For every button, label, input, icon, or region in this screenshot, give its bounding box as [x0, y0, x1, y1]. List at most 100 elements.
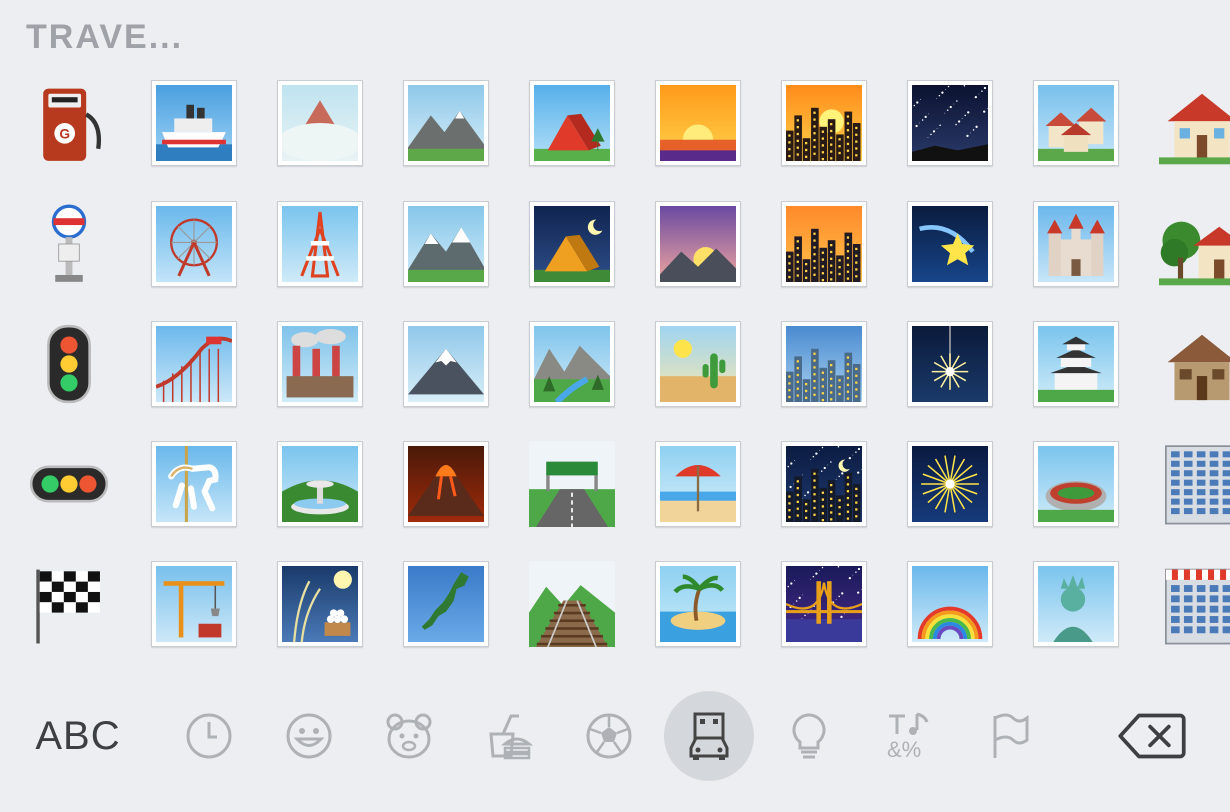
- emoji-tokyo-tower[interactable]: [277, 201, 363, 287]
- emoji-ship[interactable]: [151, 80, 237, 166]
- house-garden-icon: [1159, 221, 1230, 286]
- railway-track-icon: [529, 561, 615, 647]
- emoji-desert[interactable]: [655, 321, 741, 407]
- emoji-milky-way[interactable]: [907, 80, 993, 166]
- emoji-fireworks[interactable]: [907, 441, 993, 527]
- emoji-motorway[interactable]: [524, 441, 620, 527]
- category-food[interactable]: [477, 690, 541, 782]
- car-building-icon: [689, 712, 729, 760]
- clock-icon: [186, 713, 232, 759]
- emoji-vertical-traffic-light[interactable]: [26, 321, 112, 407]
- emoji-castle[interactable]: [1033, 201, 1119, 287]
- emoji-shooting-star[interactable]: [907, 201, 993, 287]
- emoji-desert-island[interactable]: [655, 561, 741, 647]
- smiley-icon: [286, 713, 332, 759]
- emoji-ferris-wheel[interactable]: [151, 201, 237, 287]
- desert-island-icon: [660, 566, 736, 642]
- emoji-bridge-night[interactable]: [781, 561, 867, 647]
- emoji-cityscape[interactable]: [781, 321, 867, 407]
- emoji-construction-crane[interactable]: [151, 561, 237, 647]
- snow-mountain-icon: [408, 206, 484, 282]
- mount-fuji-icon: [408, 326, 484, 402]
- emoji-snow-mountain[interactable]: [403, 201, 489, 287]
- emoji-beach-umbrella[interactable]: [655, 441, 741, 527]
- category-objects[interactable]: [777, 690, 841, 782]
- delete-key[interactable]: [1106, 690, 1198, 782]
- emoji-mount-fuji[interactable]: [403, 321, 489, 407]
- svg-text:&%: &%: [887, 737, 921, 762]
- category-flags[interactable]: [977, 690, 1041, 782]
- emoji-statue-of-liberty[interactable]: [1033, 561, 1119, 647]
- abc-key[interactable]: ABC: [18, 690, 138, 782]
- cityscape-icon: [786, 326, 862, 402]
- emoji-grid: G: [0, 80, 1230, 680]
- vertical-traffic-light-icon: [47, 324, 91, 404]
- emoji-mount-fuji-clouds[interactable]: [277, 80, 363, 166]
- emoji-stadium[interactable]: [1033, 441, 1119, 527]
- emoji-mountain[interactable]: [403, 80, 489, 166]
- emoji-rainbow[interactable]: [907, 561, 993, 647]
- emoji-derelict-house[interactable]: [1159, 321, 1230, 407]
- motorway-icon: [529, 441, 615, 527]
- camping-night-icon: [534, 206, 610, 282]
- office-building-icon: [1165, 445, 1230, 525]
- category-symbols[interactable]: &%: [877, 690, 941, 782]
- emoji-night-stars[interactable]: [781, 441, 867, 527]
- emoji-horizontal-traffic-light[interactable]: [26, 441, 112, 527]
- emoji-house-garden[interactable]: [1159, 201, 1230, 287]
- emoji-railway-track[interactable]: [524, 561, 620, 647]
- emoji-carousel-horse[interactable]: [151, 441, 237, 527]
- tokyo-tower-icon: [282, 206, 358, 282]
- svg-text:G: G: [59, 126, 70, 141]
- emoji-roller-coaster[interactable]: [151, 321, 237, 407]
- emoji-national-park[interactable]: [529, 321, 615, 407]
- city-sunset-icon: [786, 85, 862, 161]
- emoji-checkered-flag[interactable]: [26, 561, 112, 647]
- fireworks-icon: [912, 446, 988, 522]
- statue-of-liberty-icon: [1038, 566, 1114, 642]
- emoji-city-dusk[interactable]: [781, 201, 867, 287]
- mountain-icon: [408, 85, 484, 161]
- sunrise-icon: [660, 85, 736, 161]
- carousel-horse-icon: [156, 446, 232, 522]
- category-smileys[interactable]: [277, 690, 341, 782]
- category-travel[interactable]: [664, 691, 754, 781]
- emoji-sunrise[interactable]: [655, 80, 741, 166]
- backspace-icon: [1118, 713, 1186, 759]
- emoji-department-store[interactable]: [1159, 561, 1230, 647]
- ferris-wheel-icon: [156, 206, 232, 282]
- rainbow-icon: [912, 566, 988, 642]
- emoji-moon-viewing[interactable]: [277, 561, 363, 647]
- emoji-volcano[interactable]: [403, 441, 489, 527]
- bear-face-icon: [386, 713, 432, 759]
- emoji-tent[interactable]: [529, 80, 615, 166]
- derelict-house-icon: [1167, 334, 1230, 401]
- emoji-house[interactable]: [1159, 80, 1230, 166]
- category-activity[interactable]: [577, 690, 641, 782]
- bus-stop-icon: [51, 204, 87, 282]
- emoji-map-of-japan[interactable]: [403, 561, 489, 647]
- emoji-city-sunset[interactable]: [781, 80, 867, 166]
- fuel-pump-icon: G: [43, 88, 101, 161]
- mount-fuji-clouds-icon: [282, 85, 358, 161]
- tent-icon: [534, 85, 610, 161]
- emoji-sparkler[interactable]: [907, 321, 993, 407]
- emoji-factory[interactable]: [277, 321, 363, 407]
- desert-icon: [660, 326, 736, 402]
- volcano-icon: [408, 446, 484, 522]
- emoji-japanese-castle[interactable]: [1033, 321, 1119, 407]
- emoji-fountain[interactable]: [277, 441, 363, 527]
- department-store-icon: [1165, 568, 1230, 645]
- emoji-office-building[interactable]: [1159, 441, 1230, 527]
- emoji-camping-night[interactable]: [529, 201, 615, 287]
- beach-umbrella-icon: [660, 446, 736, 522]
- emoji-fuel-pump[interactable]: G: [26, 80, 112, 166]
- emoji-bus-stop[interactable]: [26, 201, 112, 287]
- category-recent[interactable]: [177, 690, 241, 782]
- abc-key-label: ABC: [35, 713, 121, 758]
- bridge-night-icon: [786, 566, 862, 642]
- section-title: TRAVE...: [26, 18, 184, 56]
- emoji-houses[interactable]: [1033, 80, 1119, 166]
- category-animals[interactable]: [377, 690, 441, 782]
- emoji-sunrise-mountains[interactable]: [655, 201, 741, 287]
